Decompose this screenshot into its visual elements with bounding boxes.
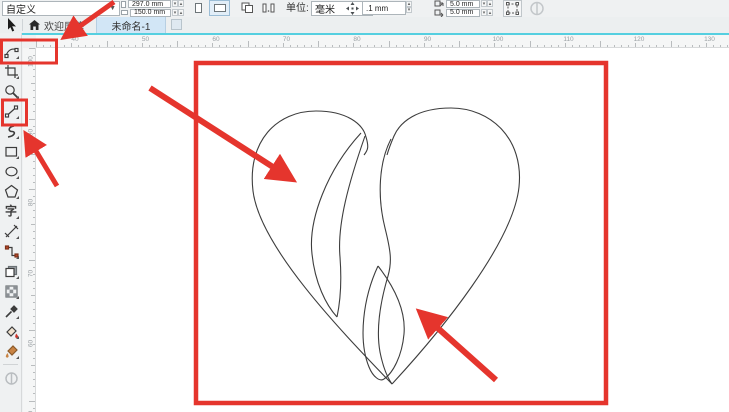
all-pages-button[interactable] (238, 0, 256, 16)
flyout-corner-icon (16, 113, 19, 119)
flyout-corner-icon (16, 293, 19, 299)
chevron-down-icon: ▼ (109, 5, 116, 12)
connector-tool[interactable] (2, 242, 20, 260)
text-tool[interactable]: 字 (2, 202, 20, 220)
nudge-distance-field[interactable]: .1 mm (362, 1, 406, 15)
treat-as-filled-icon (506, 2, 519, 15)
canvas[interactable] (36, 48, 729, 412)
pick-tool-icon[interactable] (6, 18, 18, 32)
ellipse-tool[interactable] (2, 162, 20, 180)
home-icon[interactable] (29, 20, 40, 30)
toolbox: 字 (0, 33, 22, 412)
page-size-group: 297.0 mm 150.0 mm ▾ ▴ ▾ ▴ (121, 0, 185, 17)
tab-document-label: 未命名-1 (111, 21, 151, 33)
duplicate-x-icon (434, 0, 444, 7)
dimension-tool[interactable] (2, 222, 20, 240)
flyout-corner-icon (16, 173, 19, 179)
polygon-tool[interactable] (2, 182, 20, 200)
flyout-corner-icon (16, 273, 19, 279)
page-height-spinner[interactable]: ▾ ▴ (172, 8, 185, 17)
duplicate-y-field[interactable]: 5.0 mm (446, 8, 480, 17)
tab-welcome-screen[interactable]: 欢迎屏幕 (44, 17, 84, 33)
flyout-corner-icon (16, 73, 19, 79)
tab-bar-divider (22, 19, 23, 31)
disabled-outline-icon (530, 1, 544, 16)
vertical-ruler: 1009080706050 (23, 48, 36, 412)
page-width-spinner[interactable]: ▾ ▴ (172, 0, 185, 8)
landscape-mini-icon (121, 10, 128, 15)
flyout-corner-icon (16, 213, 19, 219)
zoom-tool[interactable] (2, 82, 20, 100)
flyout-corner-icon (16, 153, 19, 159)
flyout-corner-icon (16, 53, 19, 59)
flyout-corner-icon (16, 93, 19, 99)
portrait-mini-icon (121, 0, 126, 8)
freehand-tool[interactable] (2, 102, 20, 120)
all-pages-icon (241, 2, 253, 13)
duplicate-x-field[interactable]: 5.0 mm (446, 0, 480, 8)
page-preset-select[interactable]: 自定义 ▼ (2, 1, 120, 16)
duplicate-y-spinner[interactable]: ▾ ▴ (481, 8, 494, 17)
portrait-button[interactable] (190, 0, 206, 16)
duplicate-x-spinner[interactable]: ▾ ▴ (481, 0, 494, 8)
outline-tool[interactable] (2, 369, 20, 387)
document-tab-bar: 欢迎屏幕 未命名-1 (0, 17, 729, 33)
flyout-corner-icon (16, 313, 19, 319)
shape-tool[interactable] (2, 42, 20, 60)
page-height-field[interactable]: 150.0 mm (130, 8, 171, 17)
nudge-spinner[interactable]: ▴ ▾ (406, 1, 412, 13)
rectangle-tool[interactable] (2, 142, 20, 160)
treat-as-filled-button[interactable] (503, 0, 522, 17)
crop-tool[interactable] (2, 62, 20, 80)
outline-tool-icon (4, 371, 19, 386)
flyout-corner-icon (16, 253, 19, 259)
flyout-corner-icon (16, 193, 19, 199)
eyedropper-tool[interactable] (2, 302, 20, 320)
page-width-field[interactable]: 297.0 mm (128, 0, 171, 8)
flyout-corner-icon (16, 333, 19, 339)
current-page-button[interactable] (259, 0, 277, 16)
landscape-icon (213, 4, 226, 12)
landscape-button[interactable] (209, 0, 230, 16)
flyout-corner-icon (16, 133, 19, 139)
flyout-corner-icon (16, 353, 19, 359)
page-preset-value: 自定义 (6, 5, 36, 16)
fill-tool[interactable] (2, 342, 20, 360)
artistic-media-tool[interactable] (2, 122, 20, 140)
flyout-corner-icon (16, 233, 19, 239)
units-value: 毫米 (315, 5, 335, 16)
transparency-tool[interactable] (2, 282, 20, 300)
current-page-icon (262, 3, 274, 13)
portrait-icon (194, 3, 202, 13)
drop-shadow-tool[interactable] (2, 262, 20, 280)
property-bar: 自定义 ▼ 297.0 mm 150.0 mm ▾ ▴ ▾ ▴ 单位: 毫米 .… (0, 0, 729, 17)
toolbox-divider (3, 364, 18, 365)
new-document-tab-button[interactable] (171, 19, 182, 30)
smart-fill-tool[interactable] (2, 322, 20, 340)
horizontal-ruler: 40 50 60 70 80 90 100 110 120 130 (36, 35, 729, 48)
duplicate-y-icon (434, 9, 444, 17)
app-window: 自定义 ▼ 297.0 mm 150.0 mm ▾ ▴ ▾ ▴ 单位: 毫米 .… (0, 0, 729, 412)
units-label: 单位: (286, 3, 309, 14)
nudge-offset-icon (346, 2, 359, 15)
tab-document[interactable]: 未命名-1 (96, 17, 166, 33)
